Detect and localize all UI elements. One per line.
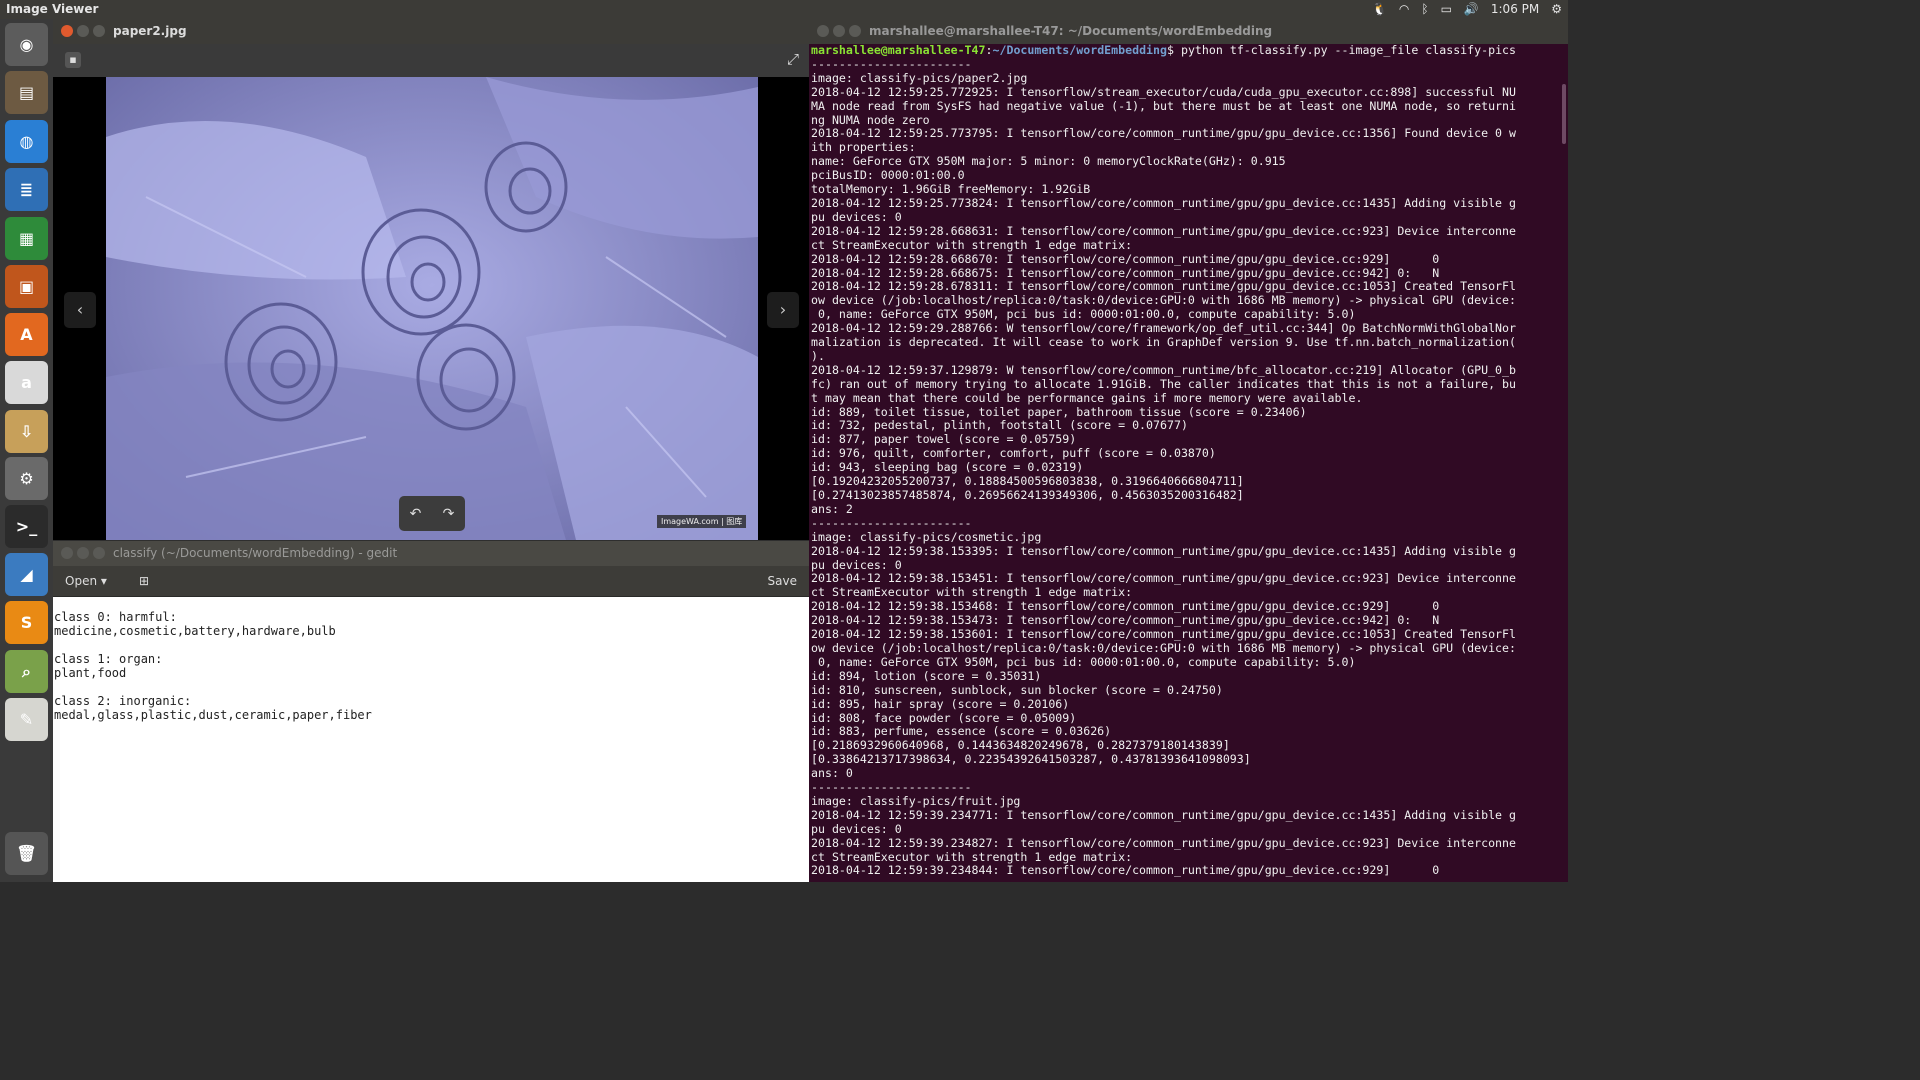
tux-icon[interactable]: 🐧 [1372,2,1387,17]
previous-image-button[interactable]: ‹ [64,292,96,328]
minimize-icon[interactable] [833,25,845,37]
maximize-icon[interactable] [849,25,861,37]
gedit-titlebar[interactable]: classify (~/Documents/wordEmbedding) - g… [53,541,809,566]
chevron-left-icon: ‹ [76,300,84,319]
rotate-right-icon[interactable]: ↷ [443,506,455,522]
editor-text-area[interactable]: class 0: harmful: medicine,cosmetic,batt… [53,597,809,722]
paper-rolls-photo [106,77,758,540]
rotate-left-icon[interactable]: ↶ [410,506,422,522]
terminal-log: ----------------------- image: classify-… [811,56,1516,878]
close-icon[interactable] [817,25,829,37]
prompt-path: ~/Documents/wordEmbedding [992,44,1168,57]
archive-manager-icon[interactable]: ⇩ [5,410,48,453]
terminal-window: marshallee@marshallee-T47: ~/Documents/w… [809,19,1568,882]
gallery-toggle-icon[interactable]: ▪ [65,52,81,68]
gedit-toolbar: Open ▾ ⊞ Save [53,566,809,597]
software-center-icon[interactable]: A [5,313,48,356]
volume-icon[interactable]: 🔊 [1464,2,1479,17]
bluetooth-icon[interactable]: ᛒ [1421,2,1428,17]
image-viewer-titlebar[interactable]: paper2.jpg [53,19,809,44]
prompt-command: $ python tf-classify.py --image_file cla… [1167,44,1517,57]
minimize-icon[interactable] [77,547,89,559]
rotate-controls: ↶ ↷ [399,496,465,531]
next-image-button[interactable]: › [767,292,799,328]
window-title: classify (~/Documents/wordEmbedding) - g… [113,546,398,560]
fullscreen-icon[interactable]: ⤢ [787,50,799,68]
maximize-icon[interactable] [93,547,105,559]
image-canvas: ‹ › ↶ ↷ ImageWA.com | 图库 [53,77,809,540]
sublime-text-icon[interactable]: S [5,601,48,644]
image-viewer-toolbar: ▪ ⤢ [53,44,809,77]
writer-icon[interactable]: ≣ [5,168,48,211]
terminal-output[interactable]: marshallee@marshallee-T47:~/Documents/wo… [811,44,1553,882]
text-editor-icon[interactable]: ✎ [5,698,48,741]
maximize-icon[interactable] [93,25,105,37]
save-button[interactable]: Save [768,570,797,592]
wifi-icon[interactable]: ◠ [1399,2,1409,17]
terminal-icon[interactable]: >_ [5,505,48,548]
open-label: Open [65,574,98,588]
chevron-right-icon: › [779,300,787,319]
ubuntu-dash-icon[interactable]: ◉ [5,23,48,66]
chevron-down-icon: ▾ [100,574,107,588]
clock[interactable]: 1:06 PM [1491,2,1539,17]
system-settings-icon[interactable]: ⚙ [5,457,48,500]
close-icon[interactable] [61,25,73,37]
vmware-icon[interactable]: ◢ [5,553,48,596]
calc-icon[interactable]: ▦ [5,217,48,260]
files-icon[interactable]: ▤ [5,71,48,114]
settings-gear-icon[interactable]: ⚙ [1551,2,1562,17]
scrollbar-thumb[interactable] [1562,84,1566,144]
prompt-user: marshallee@marshallee-T47 [811,44,986,57]
terminal-titlebar[interactable]: marshallee@marshallee-T47: ~/Documents/w… [809,19,1568,44]
active-app-title: Image Viewer [6,2,99,16]
photo-watermark: ImageWA.com | 图库 [657,515,747,528]
window-title: marshallee@marshallee-T47: ~/Documents/w… [869,24,1273,38]
image-viewer-window: paper2.jpg ▪ ⤢ ‹ › ↶ ↷ ImageWA.com | 图库 [53,19,809,541]
amazon-icon[interactable]: a [5,361,48,404]
trash-icon[interactable]: 🗑 [5,832,48,875]
system-tray: 🐧 ◠ ᛒ ▭ 🔊 1:06 PM ⚙ [1372,2,1562,17]
top-panel: Image Viewer 🐧 ◠ ᛒ ▭ 🔊 1:06 PM ⚙ [0,0,1568,19]
image-viewer-icon[interactable]: ⌕ [5,650,48,693]
launcher: ◉ ▤ ◍ ≣ ▦ ▣ Aa ⇩ ⚙ >_ ◢ S ⌕ ✎ 🗑 [0,19,53,882]
new-document-icon: ⊞ [138,574,150,588]
window-title: paper2.jpg [113,24,187,38]
chrome-icon[interactable]: ◍ [5,120,48,163]
impress-icon[interactable]: ▣ [5,265,48,308]
terminal-scrollbar[interactable] [1560,44,1568,882]
battery-icon[interactable]: ▭ [1441,2,1452,17]
minimize-icon[interactable] [77,25,89,37]
gedit-window: classify (~/Documents/wordEmbedding) - g… [53,541,809,882]
close-icon[interactable] [61,547,73,559]
open-button[interactable]: Open ▾ [59,570,117,592]
new-document-button[interactable]: ⊞ [133,570,155,592]
